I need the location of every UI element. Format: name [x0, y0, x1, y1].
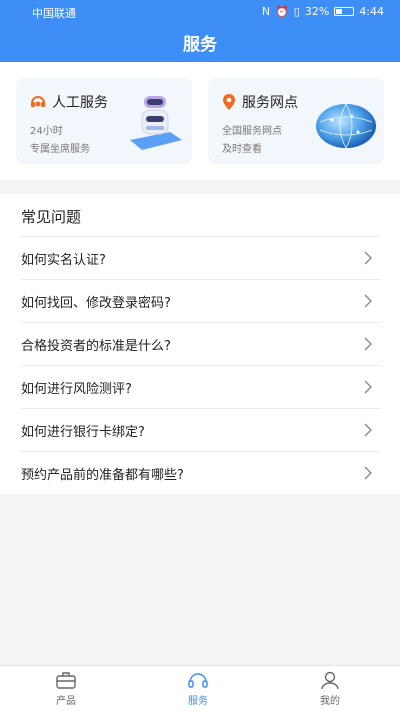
faq-item-text: 如何找回、修改登录密码? [21, 295, 171, 311]
app-header: 中国联通 N ⏰ ▯ 32% 4:44 服务 [0, 0, 400, 62]
location-pin-icon [223, 94, 235, 110]
person-icon [321, 671, 339, 690]
vibrate-icon: ▯ [293, 5, 300, 18]
status-bar: 中国联通 N ⏰ ▯ 32% 4:44 [0, 0, 400, 24]
card-subtitle-2: 专属坐席服务 [30, 144, 90, 155]
card-title: 人工服务 [30, 92, 108, 112]
faq-item[interactable]: 如何实名认证? [21, 236, 381, 279]
card-service-outlets[interactable]: 服务网点 全国服务网点 及时查看 [208, 78, 384, 164]
clock: 4:44 [359, 5, 384, 18]
faq-item[interactable]: 如何进行银行卡绑定? [21, 408, 381, 451]
tab-label: 产品 [56, 696, 76, 707]
chevron-right-icon [364, 251, 372, 265]
faq-item-text: 如何实名认证? [21, 252, 106, 268]
faq-item-text: 如何进行银行卡绑定? [21, 424, 145, 440]
globe-illustration [316, 103, 376, 149]
nfc-icon: N [261, 5, 271, 18]
faq-section: 常见问题 如何实名认证? 如何找回、修改登录密码? 合格投资者的标准是什么? 如… [0, 194, 400, 494]
tab-mine[interactable]: 我的 [290, 670, 370, 707]
card-subtitle-1: 全国服务网点 [222, 126, 282, 137]
tab-label: 我的 [320, 696, 340, 707]
faq-item[interactable]: 合格投资者的标准是什么? [21, 322, 381, 365]
chevron-right-icon [364, 294, 372, 308]
card-subtitle-2: 及时查看 [222, 144, 262, 155]
tab-label: 服务 [188, 696, 208, 707]
battery-icon [334, 7, 355, 16]
robot-illustration [130, 96, 182, 150]
faq-item[interactable]: 如何进行风险测评? [21, 365, 381, 408]
faq-item[interactable]: 预约产品前的准备都有哪些? [21, 451, 381, 494]
carrier-label: 中国联通 [32, 7, 76, 20]
alarm-icon: ⏰ [275, 5, 289, 18]
faq-item-text: 预约产品前的准备都有哪些? [21, 467, 184, 483]
bottom-tab-bar: 产品 服务 我的 [0, 665, 400, 711]
chevron-right-icon [364, 380, 372, 394]
briefcase-icon [56, 672, 76, 689]
faq-item-text: 如何进行风险测评? [21, 381, 132, 397]
headset-icon [31, 96, 45, 107]
card-human-service[interactable]: 人工服务 24小时 专属坐席服务 [16, 78, 192, 164]
service-cards: 人工服务 24小时 专属坐席服务 服务网点 全国服务网点 及时查看 [0, 62, 400, 180]
faq-item[interactable]: 如何找回、修改登录密码? [21, 279, 381, 322]
status-right: N ⏰ ▯ 32% 4:44 [262, 5, 384, 18]
chevron-right-icon [364, 337, 372, 351]
faq-heading: 常见问题 [21, 208, 82, 226]
chevron-right-icon [364, 423, 372, 437]
card-title: 服务网点 [222, 92, 298, 112]
card-subtitle-1: 24小时 [30, 126, 63, 137]
tab-products[interactable]: 产品 [26, 670, 106, 707]
battery-percent: 32% [304, 5, 330, 18]
card-title-text: 服务网点 [242, 95, 298, 111]
chevron-right-icon [364, 466, 372, 480]
tab-service[interactable]: 服务 [158, 670, 238, 707]
page-title: 服务 [183, 35, 217, 55]
faq-item-text: 合格投资者的标准是什么? [21, 338, 171, 354]
card-title-text: 人工服务 [52, 95, 108, 111]
headset-icon [188, 673, 208, 688]
